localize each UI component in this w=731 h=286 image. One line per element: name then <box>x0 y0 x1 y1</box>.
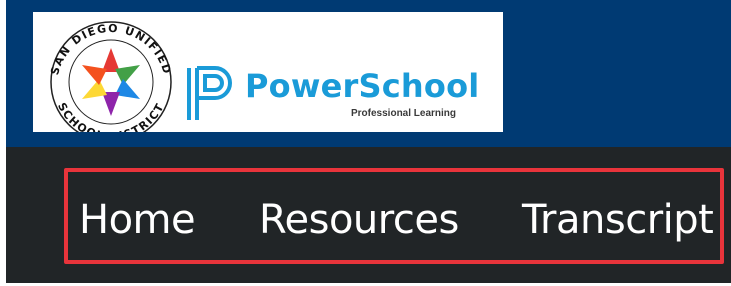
nav-item-resources[interactable]: Resources <box>259 200 459 240</box>
app-frame: SAN DIEGO UNIFIED SCHOOL DISTRICT PowerS… <box>0 0 731 286</box>
brand-tagline: Professional Learning <box>351 108 457 119</box>
logo-banner[interactable]: SAN DIEGO UNIFIED SCHOOL DISTRICT PowerS… <box>33 12 503 132</box>
powerschool-mark-icon <box>187 66 232 120</box>
district-seal-icon: SAN DIEGO UNIFIED SCHOOL DISTRICT <box>48 21 172 132</box>
site-header: SAN DIEGO UNIFIED SCHOOL DISTRICT PowerS… <box>6 0 731 147</box>
main-nav: Home Resources Transcript <box>6 147 731 283</box>
nav-item-transcript[interactable]: Transcript <box>522 200 714 240</box>
nav-item-home[interactable]: Home <box>79 200 196 240</box>
brand-name: PowerSchool <box>245 67 480 105</box>
seal-star-icon <box>82 48 140 116</box>
